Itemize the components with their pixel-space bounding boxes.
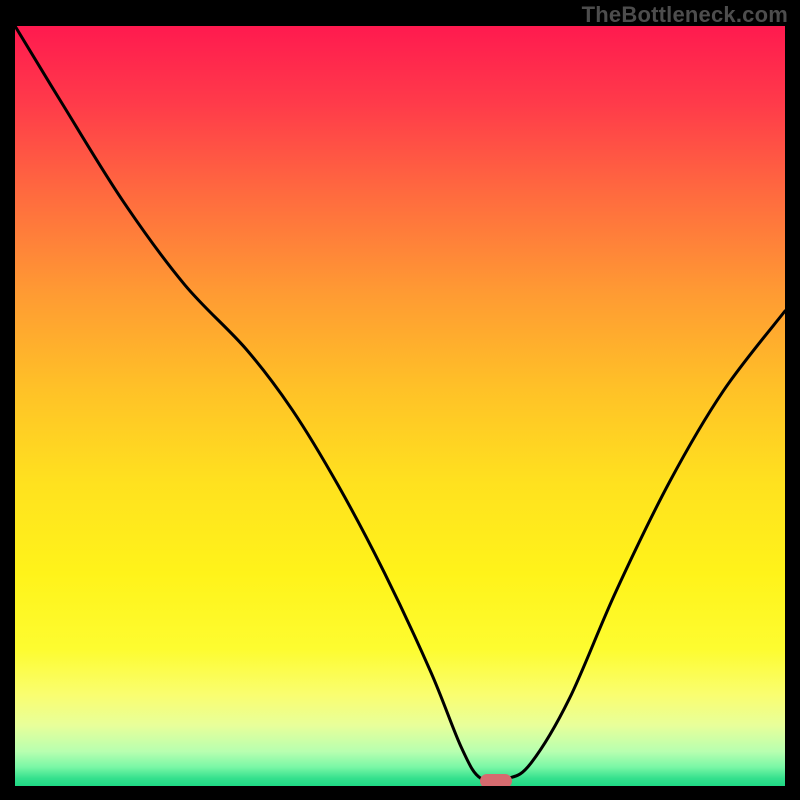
watermark-text: TheBottleneck.com: [582, 2, 788, 28]
gradient-background: [15, 26, 785, 786]
optimal-marker: [480, 774, 512, 786]
plot-area: [15, 26, 785, 786]
chart-frame: TheBottleneck.com: [0, 0, 800, 800]
plot-svg: [15, 26, 785, 786]
